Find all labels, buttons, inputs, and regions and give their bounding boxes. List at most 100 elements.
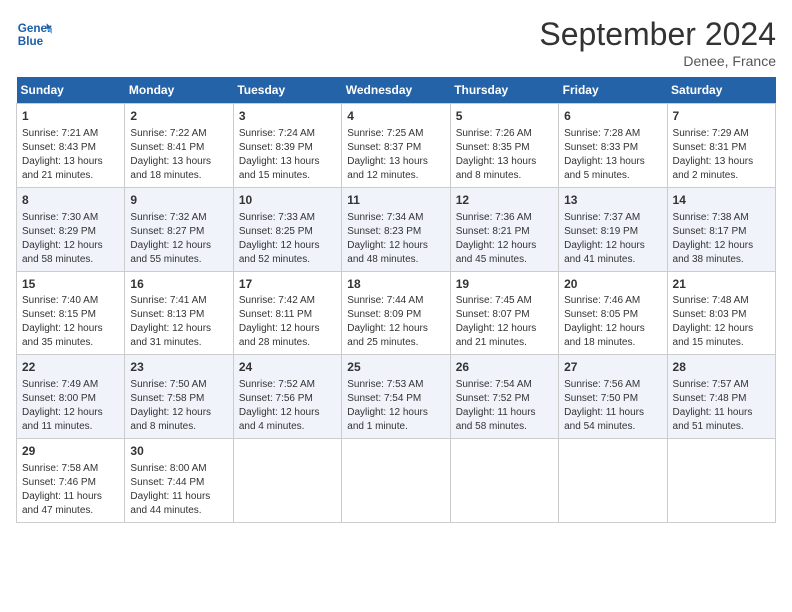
calendar-week-row: 15Sunrise: 7:40 AM Sunset: 8:15 PM Dayli… — [17, 271, 776, 355]
day-number: 4 — [347, 108, 444, 125]
calendar-cell: 16Sunrise: 7:41 AM Sunset: 8:13 PM Dayli… — [125, 271, 233, 355]
day-number: 24 — [239, 359, 336, 376]
calendar-table: SundayMondayTuesdayWednesdayThursdayFrid… — [16, 77, 776, 523]
day-number: 19 — [456, 276, 553, 293]
day-number: 27 — [564, 359, 661, 376]
day-info: Sunrise: 7:33 AM Sunset: 8:25 PM Dayligh… — [239, 211, 336, 267]
calendar-cell: 13 Sunrise: 7:37 AM Sunset: 8:19 PM Dayli… — [559, 187, 667, 271]
col-header-friday: Friday — [559, 77, 667, 104]
col-header-saturday: Saturday — [667, 77, 775, 104]
day-info: Sunrise: 7:48 AM Sunset: 8:03 PM Dayligh… — [673, 294, 770, 350]
day-info: Sunrise: 7:56 AM Sunset: 7:50 PM Dayligh… — [564, 378, 661, 434]
day-info: Sunrise: 7:40 AM Sunset: 8:15 PM Dayligh… — [22, 294, 119, 350]
calendar-cell: 19Sunrise: 7:45 AM Sunset: 8:07 PM Dayli… — [450, 271, 558, 355]
day-info: Sunrise: 7:57 AM Sunset: 7:48 PM Dayligh… — [673, 378, 770, 434]
calendar-cell: 29 Sunrise: 7:58 AM Sunset: 7:46 PM Dayli… — [17, 439, 125, 523]
day-number: 20 — [564, 276, 661, 293]
calendar-cell — [342, 439, 450, 523]
calendar-cell: 7 Sunrise: 7:29 AM Sunset: 8:31 PM Daylig… — [667, 104, 775, 188]
day-info: Sunrise: 7:25 AM Sunset: 8:37 PM Dayligh… — [347, 127, 444, 183]
day-number: 2 — [130, 108, 227, 125]
calendar-cell: 5 Sunrise: 7:26 AM Sunset: 8:35 PM Daylig… — [450, 104, 558, 188]
calendar-header-row: SundayMondayTuesdayWednesdayThursdayFrid… — [17, 77, 776, 104]
day-info: Sunrise: 7:36 AM Sunset: 8:21 PM Dayligh… — [456, 211, 553, 267]
day-info: Sunrise: 7:37 AM Sunset: 8:19 PM Dayligh… — [564, 211, 661, 267]
day-number: 6 — [564, 108, 661, 125]
calendar-cell: 25 Sunrise: 7:53 AM Sunset: 7:54 PM Dayli… — [342, 355, 450, 439]
calendar-cell — [450, 439, 558, 523]
calendar-cell: 6 Sunrise: 7:28 AM Sunset: 8:33 PM Daylig… — [559, 104, 667, 188]
day-info: Sunrise: 7:21 AM Sunset: 8:43 PM Dayligh… — [22, 127, 119, 183]
day-number: 7 — [673, 108, 770, 125]
day-info: Sunrise: 7:34 AM Sunset: 8:23 PM Dayligh… — [347, 211, 444, 267]
day-info: Sunrise: 7:46 AM Sunset: 8:05 PM Dayligh… — [564, 294, 661, 350]
day-number: 21 — [673, 276, 770, 293]
day-info: Sunrise: 7:49 AM Sunset: 8:00 PM Dayligh… — [22, 378, 119, 434]
day-number: 18 — [347, 276, 444, 293]
calendar-cell: 27 Sunrise: 7:56 AM Sunset: 7:50 PM Dayli… — [559, 355, 667, 439]
day-number: 15 — [22, 276, 119, 293]
calendar-cell: 12 Sunrise: 7:36 AM Sunset: 8:21 PM Dayli… — [450, 187, 558, 271]
calendar-cell: 20Sunrise: 7:46 AM Sunset: 8:05 PM Dayli… — [559, 271, 667, 355]
col-header-wednesday: Wednesday — [342, 77, 450, 104]
calendar-cell: 2 Sunrise: 7:22 AM Sunset: 8:41 PM Daylig… — [125, 104, 233, 188]
page-header: General Blue September 2024 Denee, Franc… — [16, 16, 776, 69]
location: Denee, France — [539, 53, 776, 69]
day-info: Sunrise: 7:53 AM Sunset: 7:54 PM Dayligh… — [347, 378, 444, 434]
calendar-week-row: 22 Sunrise: 7:49 AM Sunset: 8:00 PM Dayli… — [17, 355, 776, 439]
calendar-cell: 30Sunrise: 8:00 AM Sunset: 7:44 PM Dayli… — [125, 439, 233, 523]
logo-icon: General Blue — [16, 16, 52, 52]
calendar-cell: 14 Sunrise: 7:38 AM Sunset: 8:17 PM Dayli… — [667, 187, 775, 271]
day-info: Sunrise: 7:29 AM Sunset: 8:31 PM Dayligh… — [673, 127, 770, 183]
calendar-cell: 15Sunrise: 7:40 AM Sunset: 8:15 PM Dayli… — [17, 271, 125, 355]
day-number: 22 — [22, 359, 119, 376]
calendar-week-row: 29 Sunrise: 7:58 AM Sunset: 7:46 PM Dayli… — [17, 439, 776, 523]
day-info: Sunrise: 7:41 AM Sunset: 8:13 PM Dayligh… — [130, 294, 227, 350]
calendar-cell: 11 Sunrise: 7:34 AM Sunset: 8:23 PM Dayli… — [342, 187, 450, 271]
calendar-cell — [233, 439, 341, 523]
day-number: 23 — [130, 359, 227, 376]
day-number: 3 — [239, 108, 336, 125]
day-number: 28 — [673, 359, 770, 376]
calendar-cell: 24 Sunrise: 7:52 AM Sunset: 7:56 PM Dayli… — [233, 355, 341, 439]
calendar-cell: 17Sunrise: 7:42 AM Sunset: 8:11 PM Dayli… — [233, 271, 341, 355]
day-info: Sunrise: 7:58 AM Sunset: 7:46 PM Dayligh… — [22, 462, 119, 518]
calendar-cell: 9Sunrise: 7:32 AM Sunset: 8:27 PM Daylig… — [125, 187, 233, 271]
calendar-week-row: 8 Sunrise: 7:30 AM Sunset: 8:29 PM Daylig… — [17, 187, 776, 271]
day-info: Sunrise: 7:42 AM Sunset: 8:11 PM Dayligh… — [239, 294, 336, 350]
calendar-cell: 21Sunrise: 7:48 AM Sunset: 8:03 PM Dayli… — [667, 271, 775, 355]
day-info: Sunrise: 7:32 AM Sunset: 8:27 PM Dayligh… — [130, 211, 227, 267]
calendar-cell: 22 Sunrise: 7:49 AM Sunset: 8:00 PM Dayli… — [17, 355, 125, 439]
day-number: 11 — [347, 192, 444, 209]
calendar-cell: 10 Sunrise: 7:33 AM Sunset: 8:25 PM Dayli… — [233, 187, 341, 271]
col-header-thursday: Thursday — [450, 77, 558, 104]
day-info: Sunrise: 7:24 AM Sunset: 8:39 PM Dayligh… — [239, 127, 336, 183]
day-info: Sunrise: 7:28 AM Sunset: 8:33 PM Dayligh… — [564, 127, 661, 183]
day-number: 14 — [673, 192, 770, 209]
day-number: 26 — [456, 359, 553, 376]
calendar-cell: 18Sunrise: 7:44 AM Sunset: 8:09 PM Dayli… — [342, 271, 450, 355]
month-title: September 2024 — [539, 16, 776, 53]
day-info: Sunrise: 7:44 AM Sunset: 8:09 PM Dayligh… — [347, 294, 444, 350]
day-number: 8 — [22, 192, 119, 209]
title-block: September 2024 Denee, France — [539, 16, 776, 69]
col-header-tuesday: Tuesday — [233, 77, 341, 104]
calendar-cell: 23Sunrise: 7:50 AM Sunset: 7:58 PM Dayli… — [125, 355, 233, 439]
day-number: 25 — [347, 359, 444, 376]
day-info: Sunrise: 7:26 AM Sunset: 8:35 PM Dayligh… — [456, 127, 553, 183]
day-info: Sunrise: 7:38 AM Sunset: 8:17 PM Dayligh… — [673, 211, 770, 267]
day-info: Sunrise: 7:30 AM Sunset: 8:29 PM Dayligh… — [22, 211, 119, 267]
calendar-cell: 26Sunrise: 7:54 AM Sunset: 7:52 PM Dayli… — [450, 355, 558, 439]
day-number: 5 — [456, 108, 553, 125]
day-number: 29 — [22, 443, 119, 460]
calendar-cell — [559, 439, 667, 523]
day-number: 30 — [130, 443, 227, 460]
day-info: Sunrise: 7:45 AM Sunset: 8:07 PM Dayligh… — [456, 294, 553, 350]
svg-text:Blue: Blue — [18, 35, 44, 48]
day-info: Sunrise: 7:52 AM Sunset: 7:56 PM Dayligh… — [239, 378, 336, 434]
day-info: Sunrise: 7:22 AM Sunset: 8:41 PM Dayligh… — [130, 127, 227, 183]
day-number: 13 — [564, 192, 661, 209]
calendar-cell: 4 Sunrise: 7:25 AM Sunset: 8:37 PM Daylig… — [342, 104, 450, 188]
day-number: 10 — [239, 192, 336, 209]
day-number: 12 — [456, 192, 553, 209]
